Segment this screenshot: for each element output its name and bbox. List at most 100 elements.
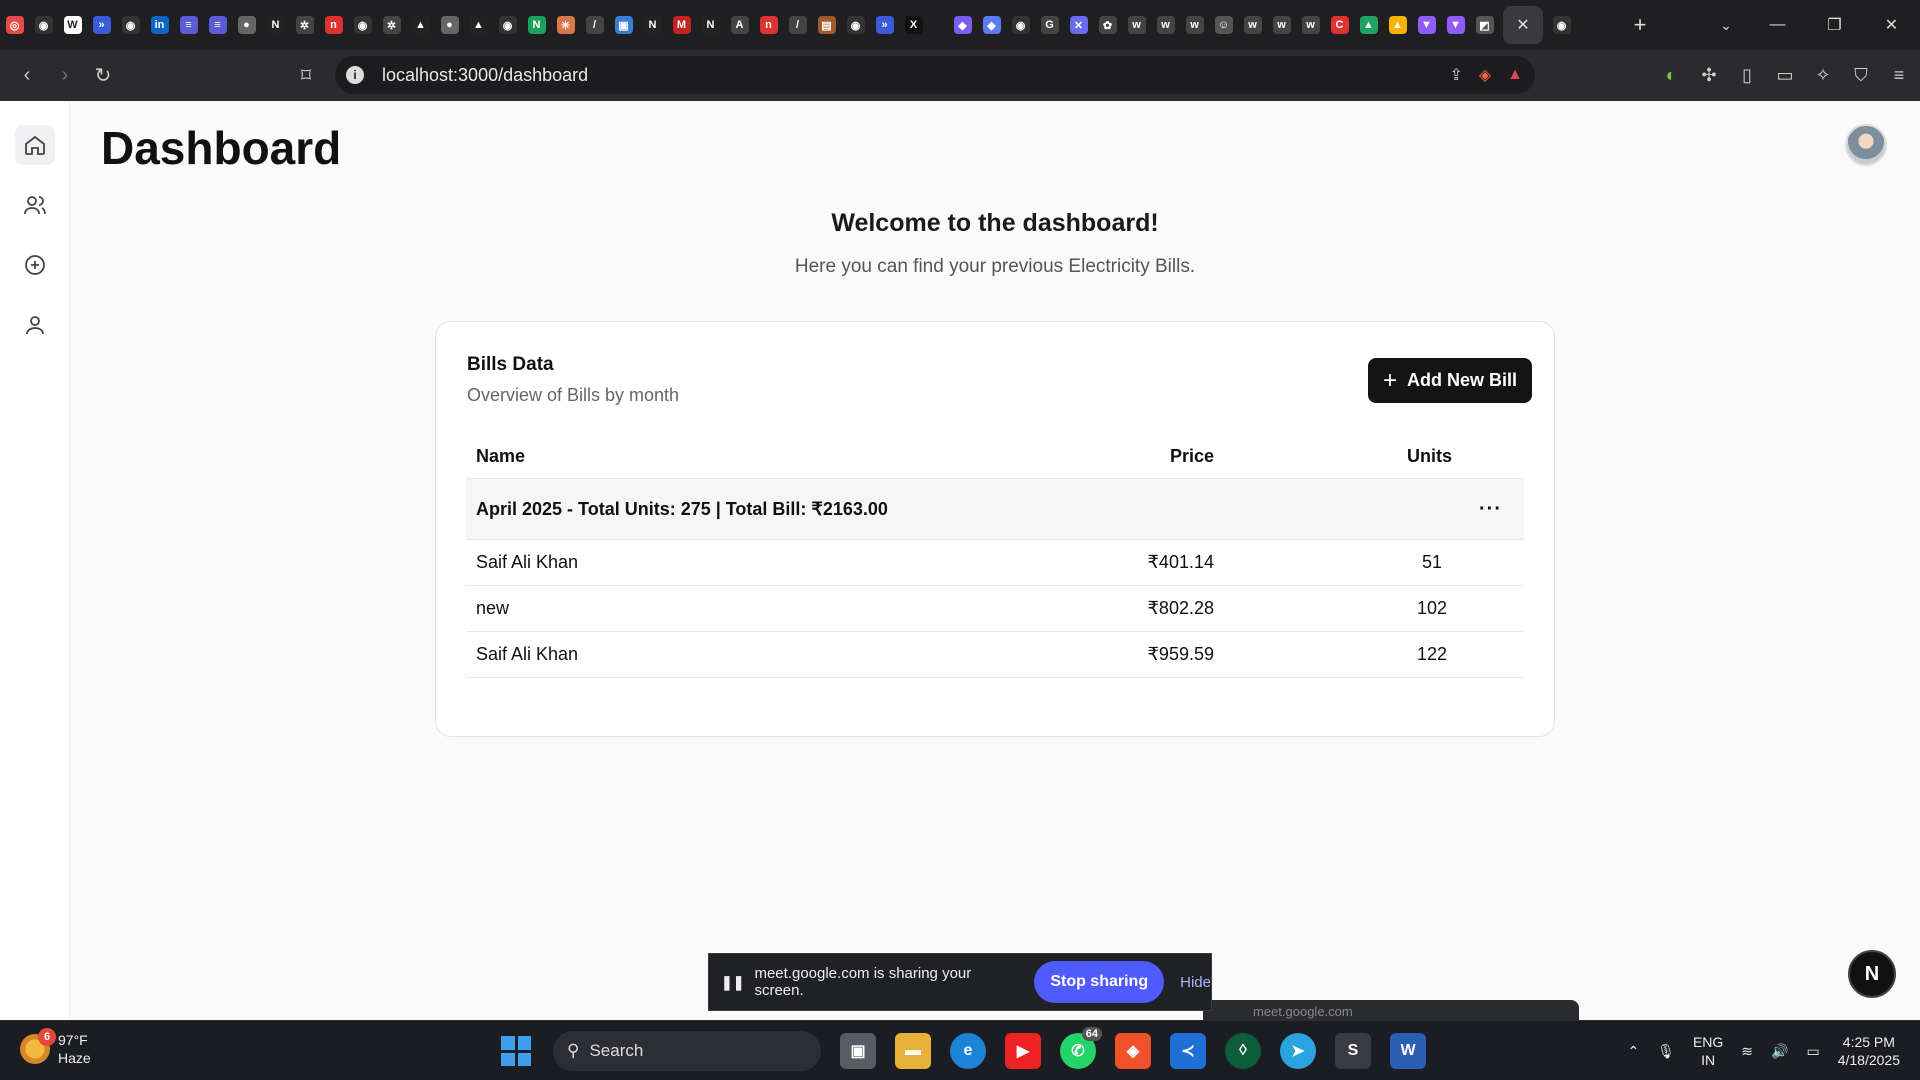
language-indicator[interactable]: ENG IN — [1693, 1033, 1723, 1069]
arrow-app-tab-icon[interactable]: » — [87, 0, 116, 50]
github-tab-icon[interactable]: ◉ — [29, 0, 58, 50]
w-app-tab-icon[interactable]: w — [1296, 0, 1325, 50]
avatar[interactable] — [1845, 124, 1887, 166]
globe-tab-icon[interactable]: ● — [232, 0, 261, 50]
gear-app-tab-icon[interactable]: ✿ — [1093, 0, 1122, 50]
x-tab-icon[interactable]: X — [899, 0, 928, 50]
new-tab-button[interactable]: + — [1622, 0, 1658, 50]
more-actions-icon[interactable]: ··· — [1479, 479, 1502, 539]
a-app-tab-icon[interactable]: A — [725, 0, 754, 50]
w-app-tab-icon[interactable]: W — [58, 0, 87, 50]
start-button[interactable] — [498, 1033, 534, 1069]
clock[interactable]: 4:25 PM 4/18/2025 — [1838, 1033, 1900, 1069]
mongodb-icon[interactable]: ◊ — [1225, 1033, 1261, 1069]
claude-tab-icon[interactable]: ✳ — [551, 0, 580, 50]
nav-home[interactable] — [15, 125, 55, 165]
notion-tab-icon[interactable]: N — [261, 0, 290, 50]
openai-tab-icon[interactable]: ✲ — [377, 0, 406, 50]
sidebar-toggle-icon[interactable]: ▯ — [1732, 61, 1762, 91]
extension-icon[interactable]: ◐ — [1656, 61, 1686, 91]
nav-users[interactable] — [15, 185, 55, 225]
gmail-tab-icon[interactable]: M — [667, 0, 696, 50]
avatar-app-tab-icon[interactable]: ☺ — [1209, 0, 1238, 50]
extensions-puzzle-icon[interactable]: ✣ — [1694, 61, 1724, 91]
github-tab-icon[interactable]: ◉ — [116, 0, 145, 50]
image-app-tab-icon[interactable]: ▣ — [609, 0, 638, 50]
reload-icon[interactable]: ↻ — [84, 57, 122, 95]
brave-shield-icon[interactable]: ◈ — [1479, 65, 1491, 85]
github-tab-icon[interactable]: ◉ — [841, 0, 870, 50]
x-app-tab-icon[interactable]: ✕ — [1064, 0, 1093, 50]
list-app-tab-icon[interactable]: ≡ — [174, 0, 203, 50]
meet-popup-peek[interactable]: meet.google.com — [1203, 1000, 1579, 1020]
globe-tab-icon[interactable]: ● — [435, 0, 464, 50]
restore-icon[interactable]: ❐ — [1806, 0, 1863, 50]
minimize-icon[interactable]: — — [1749, 0, 1806, 50]
google-tab-icon[interactable]: G — [1035, 0, 1064, 50]
url-text[interactable]: localhost:3000/dashboard — [382, 65, 588, 86]
add-new-bill-button[interactable]: + Add New Bill — [1368, 358, 1532, 403]
notion-tab-icon[interactable]: N — [696, 0, 725, 50]
w-app-tab-icon[interactable]: w — [1267, 0, 1296, 50]
task-view-icon[interactable]: ▣ — [840, 1033, 876, 1069]
vercel-tab-icon[interactable]: ▲ — [464, 0, 493, 50]
slash-app-tab-icon[interactable]: / — [783, 0, 812, 50]
linkedin-tab-icon[interactable]: in — [145, 0, 174, 50]
drive-tab-icon[interactable]: ▲ — [1354, 0, 1383, 50]
close-window-icon[interactable]: ✕ — [1863, 0, 1920, 50]
vscode-icon[interactable]: ≺ — [1170, 1033, 1206, 1069]
edge-icon[interactable]: e — [950, 1033, 986, 1069]
battery-icon[interactable]: ▭ — [1806, 1043, 1819, 1060]
address-bar[interactable]: i localhost:3000/dashboard ⇪ ◈ ▲ — [335, 56, 1535, 94]
slash-app-tab-icon[interactable]: / — [580, 0, 609, 50]
nextjs-indicator[interactable]: N — [1848, 950, 1896, 998]
pause-icon[interactable]: ❚❚ — [721, 974, 744, 991]
shield-app-tab-icon[interactable]: ◆ — [948, 0, 977, 50]
chevron-up-icon[interactable]: ⌃ — [1627, 1043, 1639, 1060]
hide-button[interactable]: Hide — [1180, 974, 1211, 991]
w-app-tab-icon[interactable]: w — [1180, 0, 1209, 50]
stop-sharing-button[interactable]: Stop sharing — [1034, 961, 1165, 1003]
wifi-icon[interactable]: ≋ — [1741, 1043, 1753, 1060]
active-tab-close-icon[interactable]: ✕ — [1503, 6, 1543, 44]
file-explorer-icon[interactable]: ▬ — [895, 1033, 931, 1069]
forward-icon[interactable]: › — [46, 57, 84, 95]
notion-tab-icon[interactable]: N — [638, 0, 667, 50]
github-tab[interactable]: ◉ — [1547, 0, 1576, 50]
vite-tab-icon[interactable]: ▼ — [1412, 0, 1441, 50]
red-app-tab-icon[interactable]: n — [319, 0, 348, 50]
taskbar-search[interactable]: ⚲ Search — [553, 1031, 821, 1071]
w-app-tab-icon[interactable]: w — [1238, 0, 1267, 50]
drive-tab-icon[interactable]: ▲ — [1383, 0, 1412, 50]
share-icon[interactable]: ⇪ — [1449, 65, 1462, 85]
tab-search-chevron-icon[interactable]: ⌄ — [1708, 0, 1744, 50]
brave-rewards-icon[interactable]: ▲ — [1507, 66, 1523, 84]
microphone-icon[interactable]: 🎙 — [1657, 1043, 1675, 1060]
github-tab-icon[interactable]: ◉ — [1006, 0, 1035, 50]
green-app-tab-icon[interactable]: N — [522, 0, 551, 50]
vite-tab-icon[interactable]: ▼ — [1441, 0, 1470, 50]
site-info-icon[interactable]: i — [346, 66, 364, 84]
whatsapp-icon[interactable]: ✆ 64 — [1060, 1027, 1102, 1069]
w-app-tab-icon[interactable]: w — [1151, 0, 1180, 50]
youtube-icon[interactable]: ▶ — [1005, 1033, 1041, 1069]
github-tab-icon[interactable]: ◉ — [348, 0, 377, 50]
nav-add[interactable] — [15, 245, 55, 285]
w-app-tab-icon[interactable]: w — [1122, 0, 1151, 50]
leo-ai-icon[interactable]: ✧ — [1808, 61, 1838, 91]
openai-tab-icon[interactable]: ✲ — [290, 0, 319, 50]
back-icon[interactable]: ‹ — [8, 57, 46, 95]
telegram-icon[interactable]: ➤ — [1280, 1033, 1316, 1069]
vercel-tab-icon[interactable]: ▲ — [406, 0, 435, 50]
sublime-icon[interactable]: S — [1335, 1033, 1371, 1069]
favicon-1-tab-icon[interactable]: ◎ — [0, 0, 29, 50]
c-app-tab-icon[interactable]: C — [1325, 0, 1354, 50]
nav-profile[interactable] — [15, 305, 55, 345]
vpn-icon[interactable]: ⛉ — [1846, 61, 1876, 91]
bookmark-icon[interactable]: ⌑ — [287, 56, 325, 94]
brave-icon[interactable]: ◈ — [1115, 1033, 1151, 1069]
red-app-tab-icon[interactable]: n — [754, 0, 783, 50]
shield-app-tab-icon[interactable]: ◆ — [977, 0, 1006, 50]
code-app-tab-icon[interactable]: ▤ — [812, 0, 841, 50]
github-tab-icon[interactable]: ◉ — [493, 0, 522, 50]
